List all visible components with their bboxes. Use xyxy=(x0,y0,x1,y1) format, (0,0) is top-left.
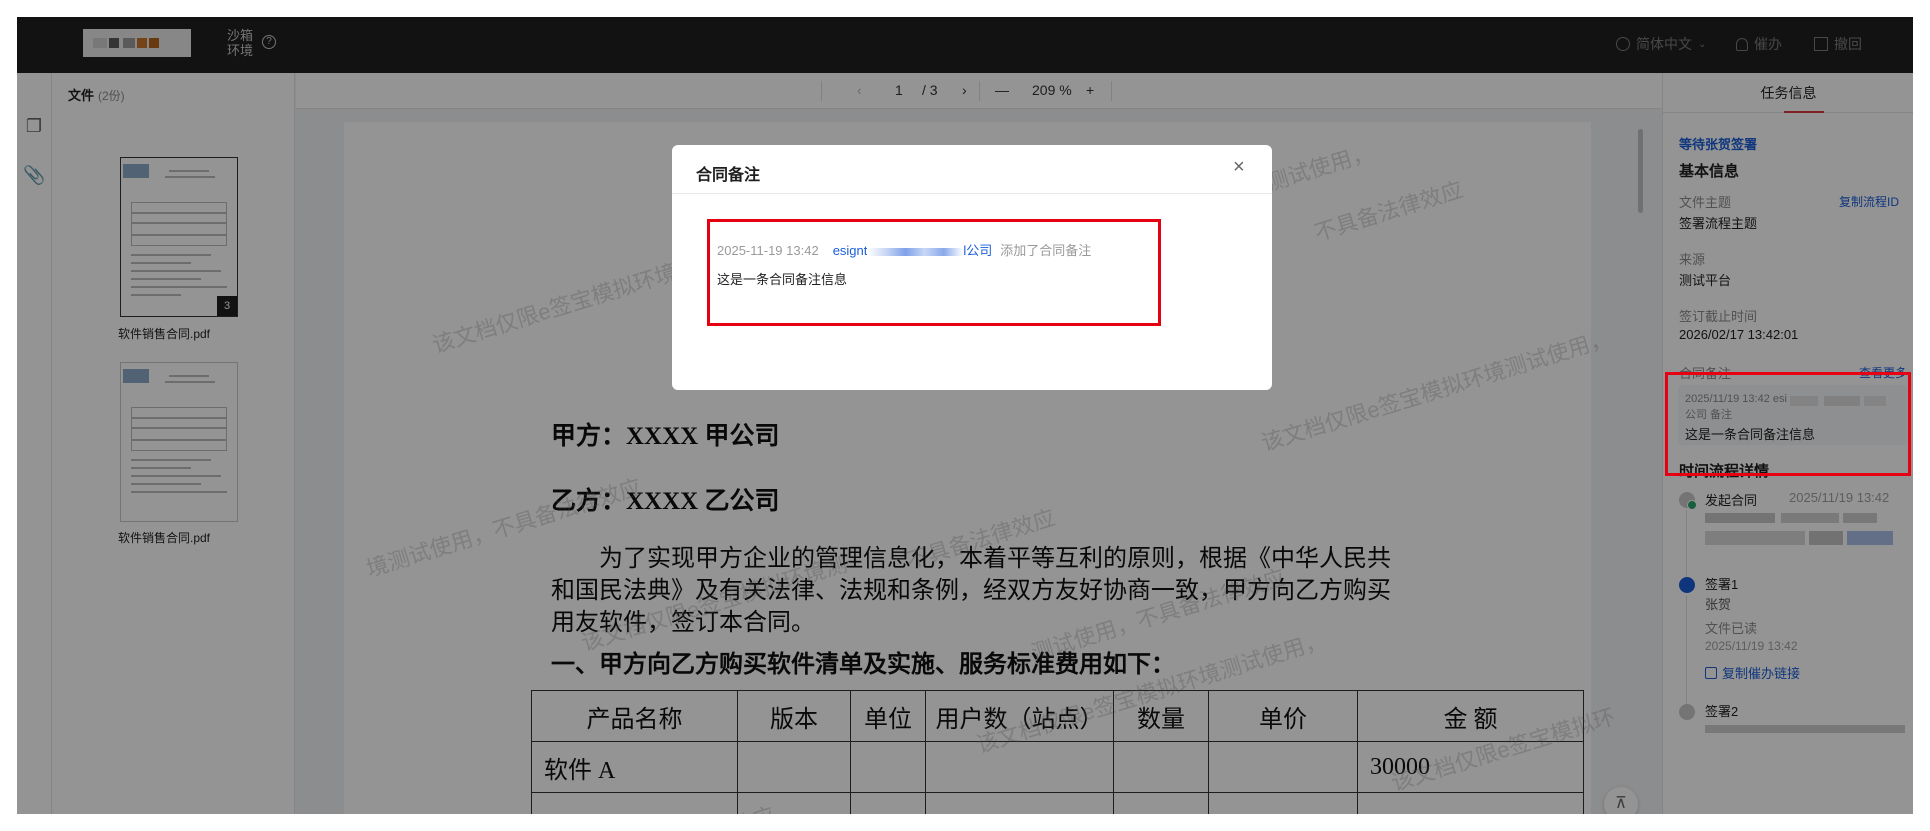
note-user-prefix[interactable]: esignt xyxy=(833,243,868,258)
close-icon[interactable]: × xyxy=(1233,156,1245,179)
dialog-title: 合同备注 xyxy=(696,167,761,184)
redacted-name xyxy=(867,247,964,256)
note-user-suffix[interactable]: l公司 xyxy=(963,243,992,258)
modal-overlay[interactable] xyxy=(17,17,1913,814)
note-highlight-box xyxy=(1665,372,1911,476)
note-text: 这是一条合同备注信息 xyxy=(717,272,848,287)
app-window: 沙箱环境 ? 简体中文 ⌄ 催办 撤回 ❐ 📎 文件 (2份) 3 软件销售合同… xyxy=(17,17,1913,814)
note-action: 添加了合同备注 xyxy=(1000,243,1092,258)
note-time: 2025-11-19 13:42 xyxy=(717,243,819,258)
note-header: 2025-11-19 13:42 esignt l公司 添加了合同备注 xyxy=(717,240,1091,259)
contract-note-dialog: 合同备注 × 2025-11-19 13:42 esignt l公司 添加了合同备注 … xyxy=(672,145,1272,390)
